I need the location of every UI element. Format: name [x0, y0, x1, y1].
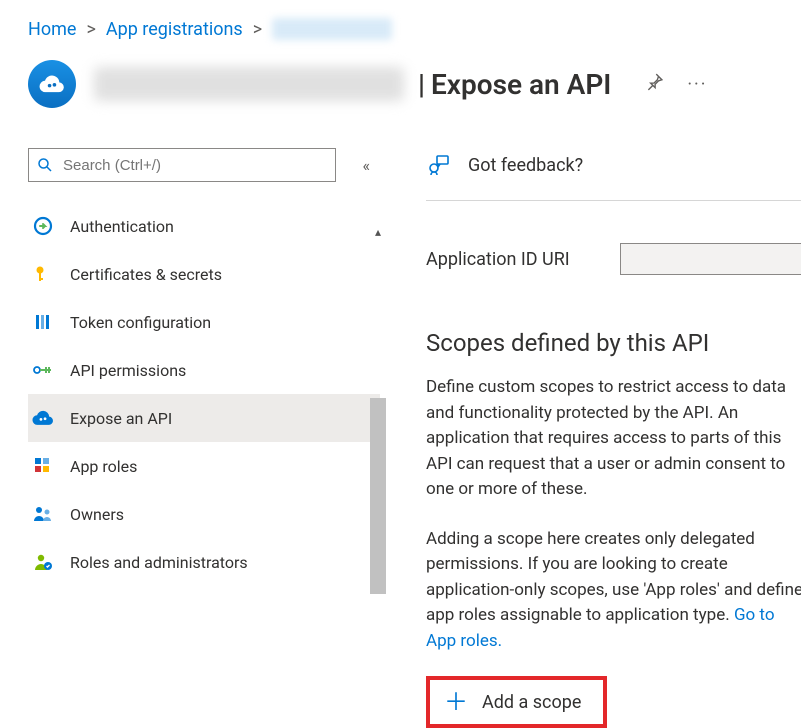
sidebar-item-owners[interactable]: Owners [28, 490, 380, 538]
collapse-chevron-icon[interactable]: « [362, 156, 370, 175]
add-scope-button[interactable]: ＋ Add a scope [426, 676, 607, 728]
sidebar-item-label: API permissions [70, 361, 186, 380]
sidebar-item-token-configuration[interactable]: Token configuration [28, 298, 380, 346]
search-input-wrapper[interactable] [28, 148, 336, 182]
feedback-link[interactable]: Got feedback? [426, 148, 801, 182]
breadcrumb-app-registrations[interactable]: App registrations [106, 19, 243, 40]
sidebar-item-certificates-secrets[interactable]: Certificates & secrets [28, 250, 380, 298]
breadcrumb-current-app[interactable] [272, 18, 392, 40]
app-cloud-icon [28, 60, 76, 108]
breadcrumb-separator-icon: > [86, 19, 95, 40]
add-scope-label: Add a scope [482, 692, 581, 713]
owners-icon [30, 501, 56, 527]
token-config-icon [30, 309, 56, 335]
sidebar-scrollbar[interactable]: ▴ [370, 224, 386, 582]
app-name-title [94, 67, 404, 101]
sidebar-item-app-roles[interactable]: App roles [28, 442, 380, 490]
authentication-icon [30, 213, 56, 239]
feedback-label: Got feedback? [468, 155, 583, 176]
sidebar-nav: Authentication Certificates & secrets To… [28, 202, 380, 582]
key-icon [30, 261, 56, 287]
scroll-up-arrow-icon[interactable]: ▴ [370, 224, 386, 240]
sidebar-item-authentication[interactable]: Authentication [28, 202, 380, 250]
more-icon[interactable]: ··· [687, 74, 707, 95]
page-title: Expose an API [431, 68, 611, 101]
scopes-section-heading: Scopes defined by this API [426, 329, 801, 357]
breadcrumb-separator-icon: > [253, 19, 262, 40]
sidebar-item-label: Token configuration [70, 313, 211, 332]
sidebar-item-label: Roles and administrators [70, 553, 248, 572]
app-roles-icon [30, 453, 56, 479]
pin-icon[interactable] [645, 73, 663, 95]
search-input[interactable] [61, 156, 327, 175]
search-icon [37, 157, 53, 173]
feedback-icon [426, 154, 450, 176]
breadcrumb: Home > App registrations > [28, 18, 801, 40]
scopes-description-1: Define custom scopes to restrict access … [426, 375, 801, 503]
scopes-description-2: Adding a scope here creates only delegat… [426, 527, 801, 655]
plus-icon: ＋ [444, 690, 468, 714]
app-id-uri-input[interactable] [620, 243, 801, 275]
sidebar-item-label: Certificates & secrets [70, 265, 222, 284]
sidebar-item-label: Expose an API [70, 409, 172, 428]
sidebar-item-label: Owners [70, 505, 124, 524]
sidebar-item-label: App roles [70, 457, 137, 476]
sidebar-item-roles-administrators[interactable]: Roles and administrators [28, 538, 380, 582]
sidebar-item-api-permissions[interactable]: API permissions [28, 346, 380, 394]
roles-admin-icon [30, 549, 56, 575]
title-separator: | [418, 68, 425, 101]
api-permissions-icon [30, 357, 56, 383]
sidebar-item-expose-api[interactable]: Expose an API [28, 394, 380, 442]
app-id-uri-label: Application ID URI [426, 249, 620, 270]
expose-api-icon [30, 405, 56, 431]
divider [426, 200, 801, 201]
breadcrumb-home[interactable]: Home [28, 19, 76, 40]
sidebar-item-label: Authentication [70, 217, 174, 236]
scroll-thumb[interactable] [370, 398, 386, 594]
page-title-row: | Expose an API ··· [28, 60, 801, 108]
